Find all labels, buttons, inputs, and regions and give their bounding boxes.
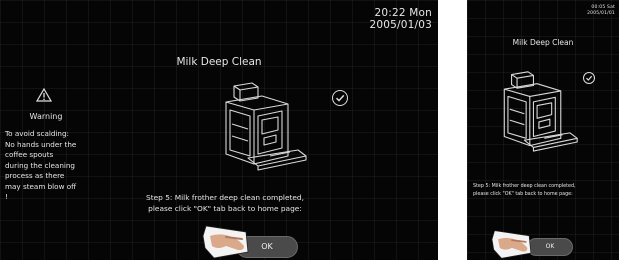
page-title: Milk Deep Clean: [176, 56, 262, 68]
step-line: please click "OK" tab back to home page:: [148, 203, 302, 213]
warning-line: To avoid scalding:: [5, 129, 69, 138]
clock-date: 2005/01/03: [369, 19, 432, 31]
warning-line: during the cleaning: [5, 160, 75, 170]
step-instruction: Step 5: Milk frother deep clean complete…: [473, 183, 619, 199]
page-title: Milk Deep Clean: [512, 38, 574, 47]
clock-time: 20:22 Mon: [374, 7, 432, 19]
warning-text: To avoid scalding: No hands under the co…: [5, 129, 91, 203]
warning-line: No hands under the: [5, 139, 77, 149]
step-line: Step 5: Milk frother deep clean complete…: [146, 193, 304, 202]
warning-triangle-icon: [36, 88, 52, 102]
coffee-machine-icon: [503, 71, 578, 152]
clock: 20:22 Mon 2005/01/03: [369, 7, 432, 31]
step-instruction: Step 5: Milk frother deep clean complete…: [120, 193, 330, 214]
right-touch-screen: 00:05 Sat 2005/01/01 Milk Deep Clean Ste…: [467, 0, 619, 260]
left-touch-screen: 20:22 Mon 2005/01/03 Milk Deep Clean War…: [0, 0, 438, 260]
warning-line: process as there: [5, 171, 65, 180]
coffee-machine-icon: [225, 82, 307, 171]
warning-title: Warning: [29, 112, 63, 121]
warning-line: coffee spouts: [5, 150, 54, 159]
clock: 00:05 Sat 2005/01/01: [587, 5, 615, 17]
check-circle-icon: [583, 72, 595, 84]
warning-line: may steam blow off: [5, 181, 77, 191]
step-line: please click "OK" tab back to home page:: [473, 192, 573, 197]
step-line: Step 5: Milk frother deep clean complete…: [473, 184, 576, 189]
check-circle-icon: [332, 90, 348, 106]
warning-line: !: [5, 192, 8, 201]
clock-date: 2005/01/01: [587, 11, 615, 16]
pointing-hand-icon: [491, 230, 532, 259]
pointing-hand-icon: [202, 225, 249, 259]
